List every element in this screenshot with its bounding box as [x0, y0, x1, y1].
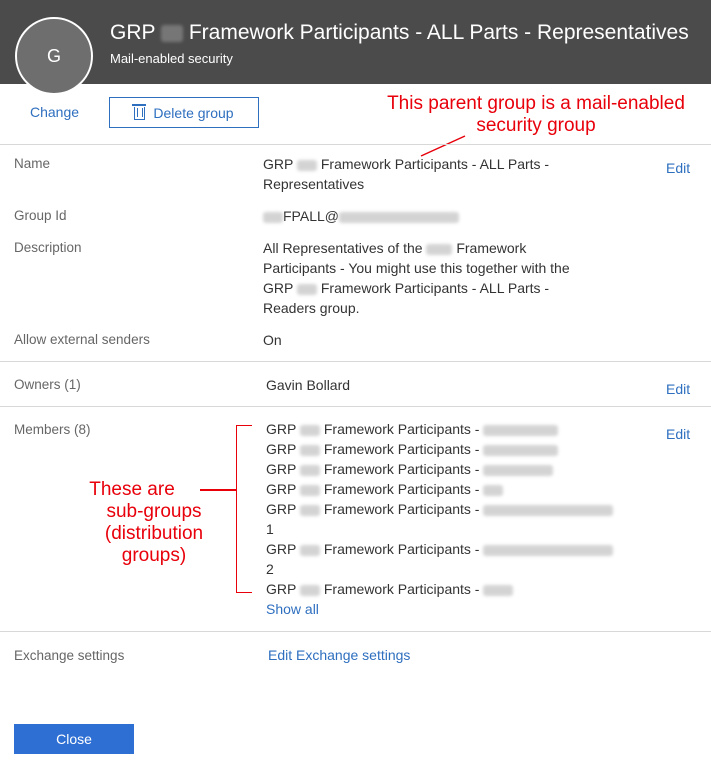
member-item: GRP Framework Participants - — [266, 481, 504, 497]
avatar-letter: G — [46, 45, 61, 66]
members-label: Members (8) — [14, 422, 91, 437]
redacted-text — [296, 159, 317, 171]
redacted-text — [299, 584, 320, 596]
member-item: GRP Framework Participants - — [266, 541, 614, 557]
delete-group-label: Delete group — [153, 104, 234, 121]
annotation-line: groups) — [121, 545, 187, 566]
redacted-text — [299, 484, 320, 496]
redacted-text — [299, 464, 320, 476]
member-suffix: Framework Participants - — [323, 541, 480, 557]
redacted-text — [299, 504, 320, 516]
divider — [0, 361, 711, 362]
member-prefix: GRP — [266, 501, 297, 517]
annotation-subgroups: These are sub-groups (distribution group… — [76, 479, 232, 567]
redacted-text — [296, 283, 317, 295]
member-item: GRP Framework Participants - — [266, 581, 514, 597]
redacted-text — [483, 584, 514, 596]
member-prefix: GRP — [266, 441, 297, 457]
external-senders-label: Allow external senders — [14, 332, 150, 347]
redacted-text — [483, 484, 504, 496]
title-prefix: GRP — [110, 21, 156, 44]
redacted-text — [483, 444, 559, 456]
redacted-text — [299, 424, 320, 436]
redacted-text — [160, 25, 183, 42]
member-item: GRP Framework Participants - — [266, 421, 559, 437]
description-text: Readers group. — [263, 300, 360, 316]
group-type: Mail-enabled security — [110, 51, 233, 66]
member-prefix: GRP — [266, 481, 297, 497]
group-id-value: FPALL@ — [263, 206, 459, 226]
name-prefix: GRP — [263, 156, 294, 172]
member-suffix: Framework Participants - — [323, 481, 480, 497]
edit-members-link[interactable]: Edit — [666, 426, 690, 442]
name-line2: Representatives — [263, 176, 365, 192]
description-text: GRP — [263, 280, 294, 296]
delete-group-button[interactable]: Delete group — [109, 97, 259, 128]
redacted-text — [338, 211, 459, 223]
name-value: GRP Framework Participants - ALL Parts -… — [263, 154, 549, 194]
divider — [0, 631, 711, 632]
redacted-text — [299, 444, 320, 456]
redacted-text — [426, 243, 453, 255]
edit-exchange-settings-link[interactable]: Edit Exchange settings — [268, 647, 410, 663]
group-id-label: Group Id — [14, 208, 67, 223]
owner-name: Gavin Bollard — [266, 377, 351, 393]
group-id-text: FPALL@ — [283, 208, 339, 224]
change-avatar-link[interactable]: Change — [30, 104, 79, 120]
annotation-bracket — [236, 425, 252, 593]
member-prefix: GRP — [266, 581, 297, 597]
redacted-text — [483, 464, 554, 476]
annotation-line: (distribution — [104, 523, 204, 544]
description-value: All Representatives of the Framework Par… — [263, 238, 608, 318]
description-text: Framework Participants - ALL Parts - — [320, 280, 550, 296]
group-title: GRP Framework Participants - ALL Parts -… — [110, 21, 689, 45]
title-suffix: Framework Participants - ALL Parts - Rep… — [188, 21, 689, 44]
annotation-parent-group: This parent group is a mail-enabled secu… — [366, 93, 706, 137]
redacted-text — [483, 424, 559, 436]
divider — [0, 144, 711, 145]
description-text: Participants - You might use this togeth… — [263, 260, 570, 276]
exchange-settings-label: Exchange settings — [14, 648, 125, 663]
member-suffix: Framework Participants - — [323, 461, 480, 477]
name-label: Name — [14, 156, 51, 171]
dialog-header: G GRP Framework Participants - ALL Parts… — [0, 0, 711, 95]
annotation-line: These are — [89, 479, 175, 500]
member-prefix: GRP — [266, 541, 297, 557]
trash-icon — [132, 104, 147, 120]
member-suffix: Framework Participants - — [323, 581, 480, 597]
redacted-text — [483, 544, 614, 556]
redacted-text — [483, 504, 614, 516]
show-all-members-link[interactable]: Show all — [266, 601, 319, 617]
redacted-text — [263, 211, 283, 223]
description-label: Description — [14, 240, 82, 255]
member-suffix: Framework Participants - — [323, 441, 480, 457]
member-prefix: GRP — [266, 461, 297, 477]
edit-owners-link[interactable]: Edit — [666, 381, 690, 397]
member-prefix: GRP — [266, 421, 297, 437]
name-suffix: Framework Participants - ALL Parts - — [320, 156, 550, 172]
member-suffix: Framework Participants - — [323, 501, 480, 517]
member-item: GRP Framework Participants - — [266, 461, 554, 477]
redacted-text — [299, 544, 320, 556]
owners-label: Owners (1) — [14, 377, 81, 392]
description-text: Framework — [456, 240, 527, 256]
annotation-line: sub-groups — [106, 501, 202, 522]
external-senders-value: On — [263, 332, 282, 348]
member-item-wrap: 2 — [266, 561, 274, 577]
member-item-wrap: 1 — [266, 521, 274, 537]
close-button[interactable]: Close — [14, 724, 134, 754]
member-item: GRP Framework Participants - — [266, 501, 614, 517]
group-avatar: G — [15, 17, 93, 95]
divider — [0, 406, 711, 407]
edit-name-link[interactable]: Edit — [666, 160, 690, 176]
member-suffix: Framework Participants - — [323, 421, 480, 437]
description-text: All Representatives of the — [263, 240, 423, 256]
annotation-line: This parent group is a mail-enabled — [387, 93, 685, 114]
member-item: GRP Framework Participants - — [266, 441, 559, 457]
